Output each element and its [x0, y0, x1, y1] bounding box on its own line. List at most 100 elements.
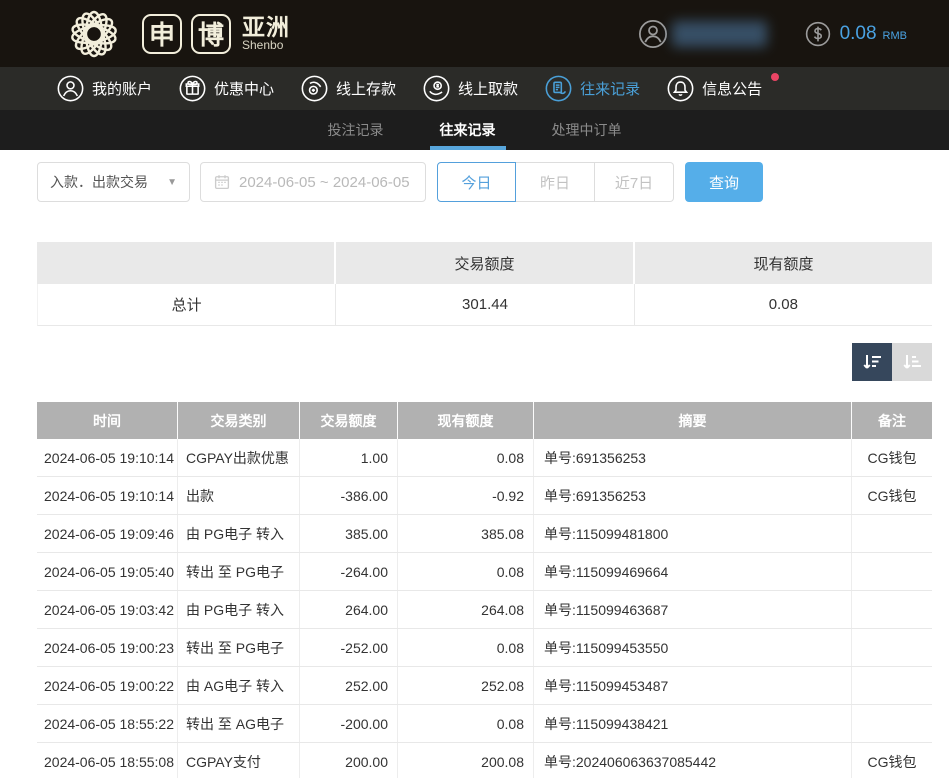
col-header-balance: 现有额度 — [398, 402, 534, 439]
table-row: 2024-06-05 19:00:22 由 AG电子 转入 252.00 252… — [37, 667, 932, 705]
cell-type: 转出 至 PG电子 — [178, 629, 300, 666]
balance-display[interactable]: 0.08 RMB — [805, 21, 907, 47]
cell-remark: CG钱包 — [852, 743, 932, 778]
coin-dollar-icon — [805, 21, 831, 47]
table-row: 2024-06-05 19:05:40 转出 至 PG电子 -264.00 0.… — [37, 553, 932, 591]
brand-logo[interactable]: 申 博 亚洲 Shenbo — [55, 4, 290, 64]
cell-summary: 单号:691356253 — [534, 477, 852, 514]
nav-item-promotions[interactable]: 优惠中心 — [179, 75, 274, 102]
nav-item-withdraw[interactable]: 线上取款 — [423, 75, 518, 102]
cell-balance: 0.08 — [398, 439, 534, 476]
date-range-picker[interactable]: 2024-06-05 ~ 2024-06-05 — [200, 162, 426, 202]
cell-amount: -264.00 — [300, 553, 398, 590]
cell-time: 2024-06-05 19:00:23 — [37, 629, 178, 666]
col-header-summary: 摘要 — [534, 402, 852, 439]
cell-summary: 单号:115099453550 — [534, 629, 852, 666]
tab-pending-orders[interactable]: 处理中订单 — [542, 110, 632, 150]
summary-table: 交易额度 现有额度 总计 301.44 0.08 — [37, 242, 932, 326]
cell-summary: 单号:115099463687 — [534, 591, 852, 628]
cell-summary: 单号:115099438421 — [534, 705, 852, 742]
nav-item-announcements[interactable]: 信息公告 — [667, 75, 779, 102]
bell-icon — [667, 75, 694, 102]
last7days-button[interactable]: 近7日 — [595, 162, 674, 202]
logo-char-bo: 博 — [191, 14, 231, 54]
user-account-chip[interactable] — [638, 19, 767, 49]
search-button[interactable]: 查询 — [685, 162, 763, 202]
cell-balance: 0.08 — [398, 629, 534, 666]
cell-balance: 385.08 — [398, 515, 534, 552]
cell-amount: -252.00 — [300, 629, 398, 666]
table-header-row: 时间 交易类别 交易额度 现有额度 摘要 备注 — [37, 402, 932, 439]
balance-currency: RMB — [883, 25, 907, 42]
cell-balance: 252.08 — [398, 667, 534, 704]
deposit-icon — [301, 75, 328, 102]
cell-summary: 单号:691356253 — [534, 439, 852, 476]
nav-label: 信息公告 — [702, 78, 762, 99]
cell-type: 出款 — [178, 477, 300, 514]
cell-time: 2024-06-05 19:03:42 — [37, 591, 178, 628]
logo-region: 亚洲 — [242, 15, 290, 39]
nav-item-transaction-records[interactable]: 往来记录 — [545, 75, 640, 102]
cell-remark — [852, 591, 932, 628]
select-value: 入款．出款交易 — [50, 172, 148, 192]
cell-type: 由 PG电子 转入 — [178, 591, 300, 628]
table-row: 2024-06-05 19:03:42 由 PG电子 转入 264.00 264… — [37, 591, 932, 629]
withdraw-icon — [423, 75, 450, 102]
yesterday-button[interactable]: 昨日 — [516, 162, 595, 202]
cell-remark — [852, 553, 932, 590]
cell-amount: -386.00 — [300, 477, 398, 514]
summary-total-label: 总计 — [37, 284, 336, 326]
cell-balance: 200.08 — [398, 743, 534, 778]
cell-amount: 200.00 — [300, 743, 398, 778]
tab-transaction-records[interactable]: 往来记录 — [430, 110, 506, 150]
transactions-table: 时间 交易类别 交易额度 现有额度 摘要 备注 2024-06-05 19:10… — [37, 402, 932, 778]
table-row: 2024-06-05 19:09:46 由 PG电子 转入 385.00 385… — [37, 515, 932, 553]
main-nav: 我的账户 优惠中心 线上存款 线上取款 — [0, 67, 949, 110]
tab-label: 投注记录 — [328, 120, 384, 140]
logo-subtitle: Shenbo — [242, 39, 290, 52]
cell-remark — [852, 667, 932, 704]
sub-nav: 投注记录 往来记录 处理中订单 — [0, 110, 949, 150]
cell-amount: 252.00 — [300, 667, 398, 704]
today-button[interactable]: 今日 — [437, 162, 516, 202]
sort-descending-button[interactable] — [852, 343, 892, 381]
cell-time: 2024-06-05 18:55:22 — [37, 705, 178, 742]
cell-amount: 1.00 — [300, 439, 398, 476]
nav-label: 优惠中心 — [214, 78, 274, 99]
cell-type: 转出 至 PG电子 — [178, 553, 300, 590]
cell-summary: 单号:115099453487 — [534, 667, 852, 704]
cell-balance: 264.08 — [398, 591, 534, 628]
summary-transaction-amount: 301.44 — [336, 284, 634, 326]
table-row: 2024-06-05 18:55:22 转出 至 AG电子 -200.00 0.… — [37, 705, 932, 743]
transaction-type-select[interactable]: 入款．出款交易 ▼ — [37, 162, 190, 202]
cell-time: 2024-06-05 19:05:40 — [37, 553, 178, 590]
user-icon — [57, 75, 84, 102]
col-header-time: 时间 — [37, 402, 178, 439]
nav-label: 我的账户 — [92, 78, 152, 99]
col-header-remark: 备注 — [852, 402, 932, 439]
table-row: 2024-06-05 19:10:14 出款 -386.00 -0.92 单号:… — [37, 477, 932, 515]
summary-total-row: 总计 301.44 0.08 — [37, 284, 932, 326]
col-header-type: 交易类别 — [178, 402, 300, 439]
cell-summary: 单号:115099481800 — [534, 515, 852, 552]
cell-time: 2024-06-05 19:00:22 — [37, 667, 178, 704]
balance-amount: 0.08 — [840, 23, 877, 45]
nav-item-deposit[interactable]: 线上存款 — [301, 75, 396, 102]
cell-balance: 0.08 — [398, 705, 534, 742]
cell-type: 由 AG电子 转入 — [178, 667, 300, 704]
summary-current-balance: 0.08 — [635, 284, 932, 326]
sort-ascending-button[interactable] — [892, 343, 932, 381]
cell-balance: -0.92 — [398, 477, 534, 514]
tab-betting-records[interactable]: 投注记录 — [318, 110, 394, 150]
date-range-value: 2024-06-05 ~ 2024-06-05 — [239, 174, 410, 191]
filter-bar: 入款．出款交易 ▼ 2024-06-05 ~ 2024-06-05 今日 昨日 … — [37, 162, 949, 202]
col-header-amount: 交易额度 — [300, 402, 398, 439]
nav-item-my-account[interactable]: 我的账户 — [57, 75, 152, 102]
top-header: 申 博 亚洲 Shenbo 0.08 RMB — [0, 0, 949, 67]
table-row: 2024-06-05 18:55:08 CGPAY支付 200.00 200.0… — [37, 743, 932, 778]
chevron-down-icon: ▼ — [167, 177, 177, 188]
cell-type: 转出 至 AG电子 — [178, 705, 300, 742]
user-avatar-icon — [638, 19, 668, 49]
cell-amount: 264.00 — [300, 591, 398, 628]
cell-summary: 单号:202406063637085442 — [534, 743, 852, 778]
